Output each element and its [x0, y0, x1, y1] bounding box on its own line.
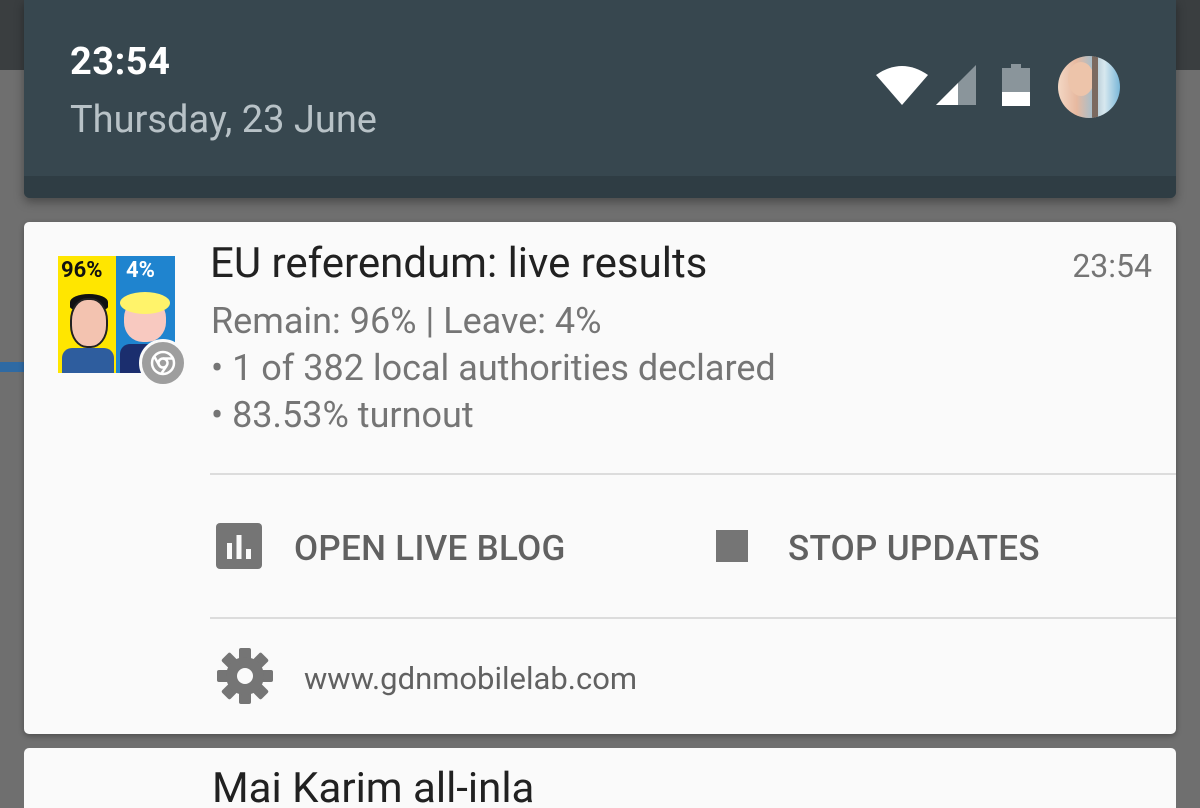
background-app-accent — [0, 362, 24, 372]
stop-updates-label: STOP UPDATES — [788, 527, 1040, 569]
stop-icon — [716, 530, 748, 566]
quick-settings-header: 23:54 Thursday, 23 June — [24, 0, 1176, 198]
divider — [210, 617, 1176, 619]
next-notification-card[interactable]: Mai Karim all-inla — [24, 748, 1176, 808]
site-url: www.gdnmobilelab.com — [304, 659, 638, 697]
next-notification-title: Mai Karim all-inla — [212, 764, 535, 808]
battery-icon — [1002, 64, 1030, 110]
notification-summary: Remain: 96% | Leave: 4% — [211, 300, 602, 342]
user-avatar[interactable] — [1058, 56, 1120, 118]
notification-authorities: • 1 of 382 local authorities declared — [211, 347, 776, 389]
cameron-body — [62, 348, 114, 373]
bar-chart-icon — [216, 523, 262, 573]
stop-updates-button[interactable]: STOP UPDATES — [716, 520, 1040, 576]
notification-card[interactable]: 96% 4% EU referendum: live results 23:54… — [24, 222, 1176, 734]
quick-settings-handle[interactable] — [24, 176, 1176, 198]
notification-turnout: • 83.53% turnout — [211, 394, 474, 436]
cameron-face — [70, 298, 108, 348]
date-label[interactable]: Thursday, 23 June — [70, 98, 377, 142]
open-live-blog-label: OPEN LIVE BLOG — [294, 527, 566, 569]
gear-icon[interactable] — [216, 647, 274, 709]
notification-title: EU referendum: live results — [210, 239, 708, 288]
open-live-blog-button[interactable]: OPEN LIVE BLOG — [216, 520, 566, 576]
notification-time: 23:54 — [1072, 247, 1152, 285]
status-icons — [876, 56, 1120, 118]
remain-panel: 96% — [58, 256, 116, 373]
leave-percentage: 4% — [126, 258, 155, 283]
chrome-icon — [139, 339, 187, 387]
clock-time: 23:54 — [70, 40, 171, 84]
site-settings-row[interactable]: www.gdnmobilelab.com — [216, 646, 637, 710]
remain-percentage: 96% — [61, 258, 103, 283]
johnson-hair — [120, 292, 170, 314]
cell-signal-icon — [936, 65, 976, 109]
wifi-icon — [876, 65, 928, 109]
divider — [210, 473, 1176, 475]
